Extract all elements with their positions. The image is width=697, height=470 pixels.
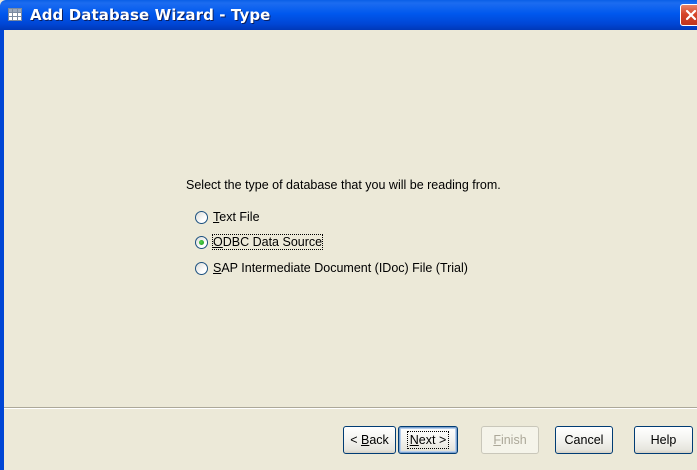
prompt-text: Select the type of database that you wil…: [186, 178, 501, 192]
title-bar[interactable]: Add Database Wizard - Type: [0, 0, 697, 30]
finish-button-label: Finish: [493, 433, 527, 447]
option-label-sap-idoc-file: SAP Intermediate Document (IDoc) File (T…: [213, 261, 468, 275]
option-label-text-file: Text File: [213, 210, 260, 224]
cancel-button-label: Cancel: [564, 433, 604, 447]
help-button[interactable]: Help: [634, 426, 693, 454]
wizard-window: Add Database Wizard - Type Select the ty…: [0, 0, 697, 470]
button-separator-highlight: [4, 408, 697, 409]
help-button-label: Help: [650, 433, 677, 447]
close-icon: [685, 9, 697, 21]
back-button[interactable]: < Back: [343, 426, 396, 454]
window-title: Add Database Wizard - Type: [30, 6, 271, 24]
next-button[interactable]: Next >: [398, 426, 458, 454]
option-label-odbc-data-source: ODBC Data Source: [211, 234, 324, 250]
back-button-label: < Back: [350, 433, 389, 447]
radio-odbc-data-source[interactable]: [195, 236, 208, 249]
cancel-button[interactable]: Cancel: [555, 426, 613, 454]
finish-button[interactable]: Finish: [481, 426, 539, 454]
radio-selected-dot: [199, 240, 204, 245]
radio-sap-idoc-file[interactable]: [195, 262, 208, 275]
radio-text-file[interactable]: [195, 211, 208, 224]
close-button[interactable]: [680, 4, 697, 26]
next-button-label: Next >: [406, 431, 450, 449]
database-grid-icon: [8, 8, 22, 21]
wizard-content: [4, 30, 697, 470]
